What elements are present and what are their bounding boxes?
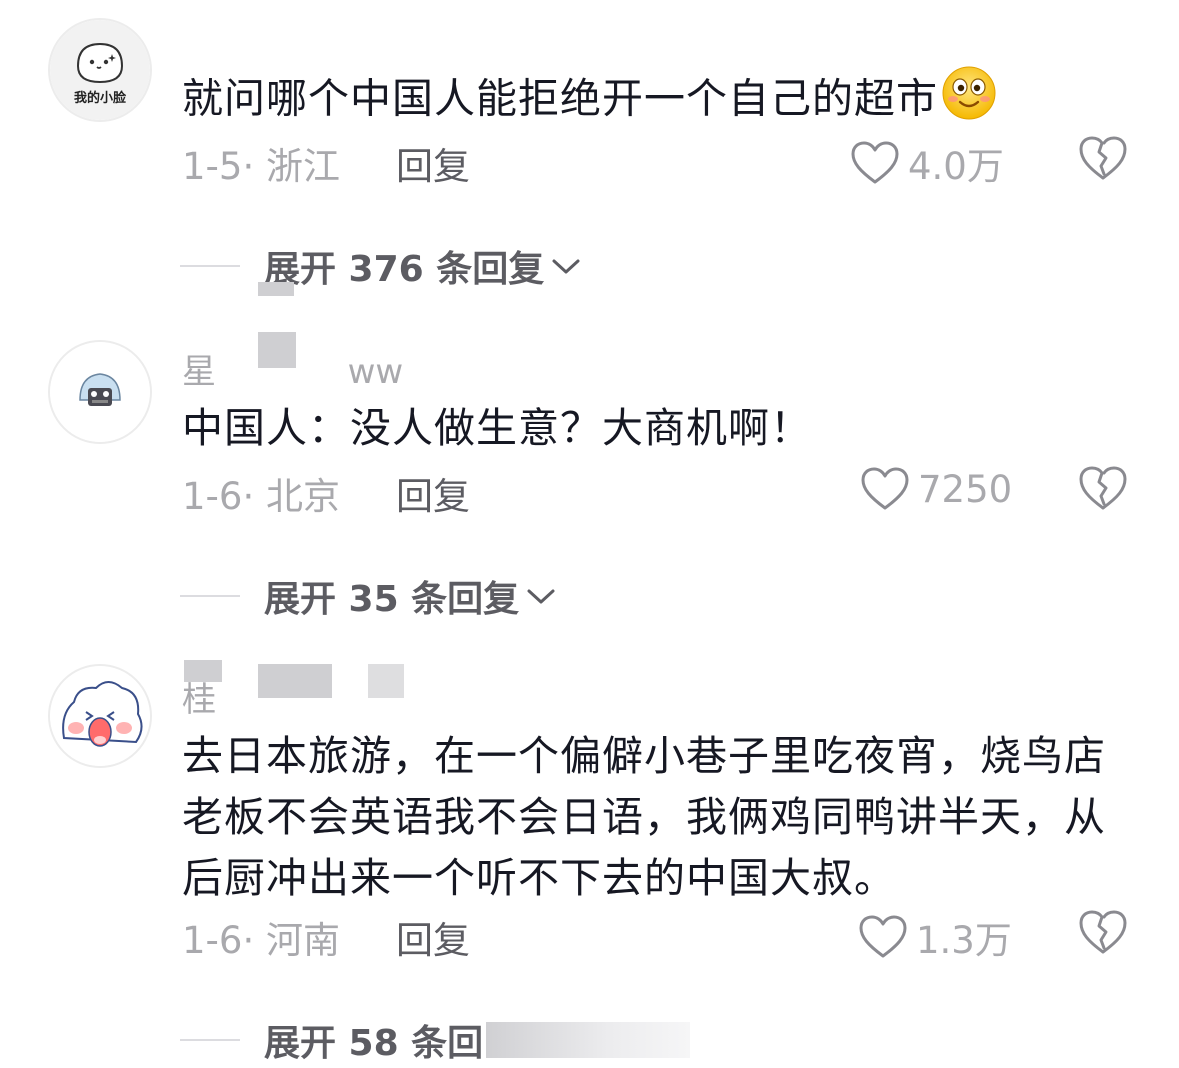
reply-button[interactable]: 回复 — [396, 910, 470, 964]
comment-location: 北京 — [265, 475, 340, 518]
expand-replies[interactable]: 展开 376 条回复 — [180, 240, 582, 292]
comment-text: 就问哪个中国人能拒绝开一个自己的超市 — [182, 64, 1142, 139]
comment-text: 中国人：没人做生意？大商机啊！ — [182, 404, 812, 452]
comment-location: 河南 — [265, 919, 340, 962]
comment-meta: 1-6· 河南 — [182, 910, 340, 964]
meta-separator: · — [242, 475, 255, 518]
chevron-down-icon — [552, 259, 580, 274]
chevron-down-icon — [527, 589, 555, 604]
comment-meta: 1-5· 浙江 — [182, 136, 340, 190]
comment-text-content: 就问哪个中国人能拒绝开一个自己的超市 — [182, 74, 938, 123]
meta-separator: · — [242, 145, 255, 188]
like-count: 1.3万 — [916, 919, 1012, 962]
comment-meta: 1-6· 北京 — [182, 466, 340, 520]
comment-date: 1-6 — [182, 475, 243, 518]
like-button[interactable]: 4.0万 — [850, 136, 1004, 190]
comment-date: 1-6 — [182, 919, 243, 962]
user-avatar[interactable] — [48, 664, 152, 768]
reply-button[interactable]: 回复 — [396, 466, 470, 520]
dislike-button[interactable] — [1078, 908, 1128, 960]
avatar-image — [50, 342, 150, 442]
expand-replies-label: 展开 35 条回复 — [264, 579, 520, 620]
expand-replies[interactable]: 展开 35 条回复 — [180, 570, 557, 622]
reply-button[interactable]: 回复 — [396, 136, 470, 190]
expand-replies-label: 展开 376 条回复 — [264, 249, 545, 290]
like-count: 4.0万 — [908, 145, 1004, 188]
heart-outline-icon — [861, 467, 909, 510]
redacted-block — [184, 660, 222, 682]
expand-replies[interactable]: 展开 58 条回 — [180, 1014, 483, 1066]
user-avatar[interactable]: 我的小脸 — [48, 18, 152, 122]
redacted-block — [258, 282, 294, 296]
dislike-button[interactable] — [1078, 134, 1128, 186]
meta-separator: · — [242, 919, 255, 962]
username-tail: ww — [347, 352, 404, 392]
redacted-block — [368, 664, 404, 698]
dislike-button[interactable] — [1078, 464, 1128, 516]
expand-divider — [180, 265, 240, 267]
username-visible: 星 — [182, 352, 216, 392]
broken-heart-icon — [1079, 466, 1127, 510]
expand-divider — [180, 595, 240, 597]
redacted-block — [258, 332, 296, 368]
avatar-label: 我的小脸 — [74, 90, 127, 106]
expand-replies-label: 展开 58 条回 — [264, 1023, 484, 1064]
avatar-image: 我的小脸 — [50, 20, 150, 120]
broken-heart-icon — [1079, 136, 1127, 180]
like-button[interactable]: 7250 — [860, 466, 1012, 512]
like-count: 7250 — [918, 467, 1013, 511]
comment-text: 去日本旅游，在一个偏僻小巷子里吃夜宵，烧鸟店老板不会英语我不会日语，我俩鸡同鸭讲… — [182, 732, 1106, 902]
comment-location: 浙江 — [265, 145, 340, 188]
redacted-block — [258, 664, 332, 698]
heart-outline-icon — [859, 915, 907, 958]
avatar-image — [50, 666, 150, 766]
broken-heart-icon — [1079, 910, 1127, 954]
redacted-watermark — [486, 1022, 690, 1058]
expand-divider — [180, 1039, 240, 1041]
username-visible: 桂 — [182, 680, 216, 720]
smiley-emoji-icon — [940, 64, 998, 139]
heart-outline-icon — [851, 141, 899, 184]
comment-date: 1-5 — [182, 145, 243, 188]
like-button[interactable]: 1.3万 — [858, 910, 1012, 964]
user-avatar[interactable] — [48, 340, 152, 444]
